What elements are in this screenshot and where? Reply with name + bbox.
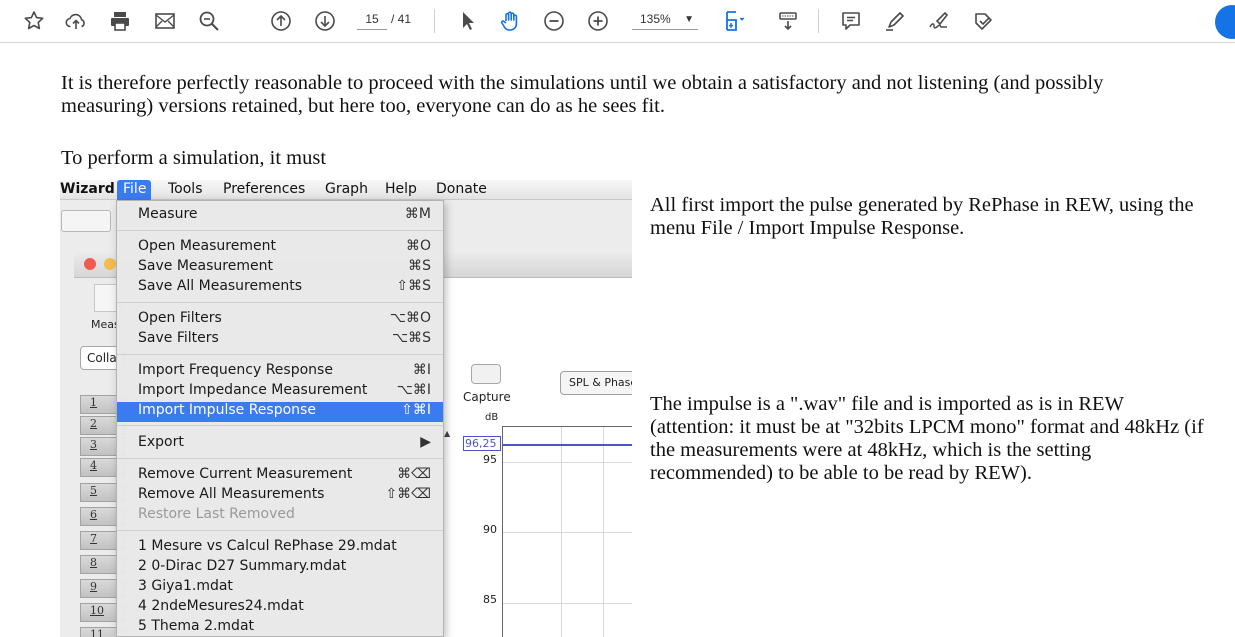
menu-item-open-measurement: Open Measurement ⌘O — [138, 238, 431, 254]
grid-line — [503, 603, 632, 604]
menu-item-save-measurement: Save Measurement ⌘S — [138, 258, 431, 274]
menu-separator — [117, 530, 443, 531]
upload-icon[interactable] — [59, 5, 93, 37]
fill-sign-icon[interactable] — [966, 5, 1000, 37]
menubar-donate: Donate — [436, 181, 487, 197]
menubar-wizard: Wizard — [60, 181, 115, 197]
next-page-icon[interactable] — [308, 5, 342, 37]
menu-item-import-impedance: Import Impedance Measurement ⌥⌘I — [138, 382, 431, 398]
menu-item-import-impulse: Import Impulse Response ⇧⌘I — [117, 402, 443, 422]
grid-line — [503, 462, 632, 463]
paragraph-intro: It is therefore perfectly reasonable to … — [61, 72, 1104, 117]
menu-item-save-all: Save All Measurements ⇧⌘S — [138, 278, 431, 294]
hand-icon[interactable] — [494, 5, 528, 37]
recent-file-item: 4 2ndeMesures24.mdat — [138, 598, 304, 614]
menubar-tools: Tools — [168, 181, 203, 197]
minimize-dot-icon — [104, 258, 116, 270]
menu-item-import-frequency: Import Frequency Response ⌘I — [138, 362, 431, 378]
menu-item-remove-all: Remove All Measurements ⇧⌘⌫ — [138, 486, 431, 502]
submenu-arrow-icon: ▶ — [420, 434, 431, 450]
recent-file-item: 5 Thema 2.mdat — [138, 618, 255, 634]
menu-item-export: Export ▶ — [138, 434, 431, 450]
current-value-box: 96,25 — [463, 436, 501, 451]
menubar-help: Help — [385, 181, 417, 197]
highlight-icon[interactable] — [878, 5, 912, 37]
menu-item-save-filters: Save Filters ⌥⌘S — [138, 330, 431, 346]
select-arrow-icon[interactable] — [450, 5, 484, 37]
paragraph-import-pulse: All first import the pulse generated by … — [650, 194, 1194, 239]
menu-separator — [117, 458, 443, 459]
recent-file-item: 2 0-Dirac D27 Summary.mdat — [138, 558, 347, 574]
zoom-search-icon[interactable] — [192, 5, 226, 37]
menu-item-open-filters: Open Filters ⌥⌘O — [138, 310, 431, 326]
menu-separator — [117, 354, 443, 355]
scroll-up-icon: ▲ — [444, 429, 451, 438]
page-current[interactable]: 15 — [357, 12, 387, 30]
file-menu-dropdown: Measure ⌘M Open Measurement ⌘O Save Measur… — [116, 200, 444, 637]
print-icon[interactable] — [103, 5, 137, 37]
scroll-mode-icon[interactable] — [771, 5, 805, 37]
pdf-toolbar: 15 / 41 135% ▼ — [0, 0, 1235, 43]
menu-separator — [117, 230, 443, 231]
menubar-graph: Graph — [325, 181, 368, 197]
camera-icon — [471, 364, 501, 384]
fit-page-icon[interactable] — [717, 5, 751, 37]
recent-file-item: 3 Giya1.mdat — [138, 578, 233, 594]
recent-file-item: 1 Mesure vs Calcul RePhase 29.mdat — [138, 538, 397, 554]
menu-separator — [117, 302, 443, 303]
grid-line — [503, 532, 632, 533]
page-total: / 41 — [391, 12, 412, 26]
comment-icon[interactable] — [834, 5, 868, 37]
sign-icon[interactable] — [922, 5, 956, 37]
capture-label: Capture — [463, 390, 511, 404]
zoom-in-icon[interactable] — [581, 5, 615, 37]
db-axis-label: dB — [485, 412, 499, 423]
rew-screenshot-image: Wizard File Tools Preferences Graph Help… — [60, 180, 632, 637]
close-dot-icon — [84, 258, 96, 270]
zoom-level-dropdown[interactable]: 135% ▼ — [630, 8, 700, 34]
rew-menubar: Wizard File Tools Preferences Graph Help… — [60, 180, 632, 200]
response-trace — [503, 444, 632, 446]
y-tick-label: 85 — [483, 593, 497, 606]
window-toolbar-button — [61, 210, 111, 232]
y-tick-label: 95 — [483, 453, 497, 466]
menu-item-restore-last: Restore Last Removed — [138, 506, 295, 522]
chevron-down-icon: ▼ — [684, 14, 694, 25]
star-icon[interactable] — [17, 5, 51, 37]
graph-plot — [502, 426, 632, 637]
menubar-file: File — [117, 180, 152, 200]
page-number-field[interactable]: 15 / 41 — [355, 8, 417, 34]
menu-item-measure: Measure ⌘M — [138, 206, 431, 222]
zoom-out-icon[interactable] — [537, 5, 571, 37]
paragraph-simulation: To perform a simulation, it must — [61, 147, 327, 169]
toolbar-divider — [434, 9, 435, 33]
menubar-preferences: Preferences — [223, 181, 306, 197]
toolbar-divider — [818, 9, 819, 33]
user-account-button[interactable] — [1215, 5, 1235, 39]
spl-phase-tab: SPL & Phase — [560, 371, 632, 395]
prev-page-icon[interactable] — [264, 5, 298, 37]
mail-icon[interactable] — [148, 5, 182, 37]
menu-item-remove-current: Remove Current Measurement ⌘⌫ — [138, 466, 431, 482]
y-tick-label: 90 — [483, 523, 497, 536]
menu-separator — [117, 425, 443, 426]
paragraph-wav-format: The impulse is a ".wav" file and is impo… — [650, 393, 1204, 484]
